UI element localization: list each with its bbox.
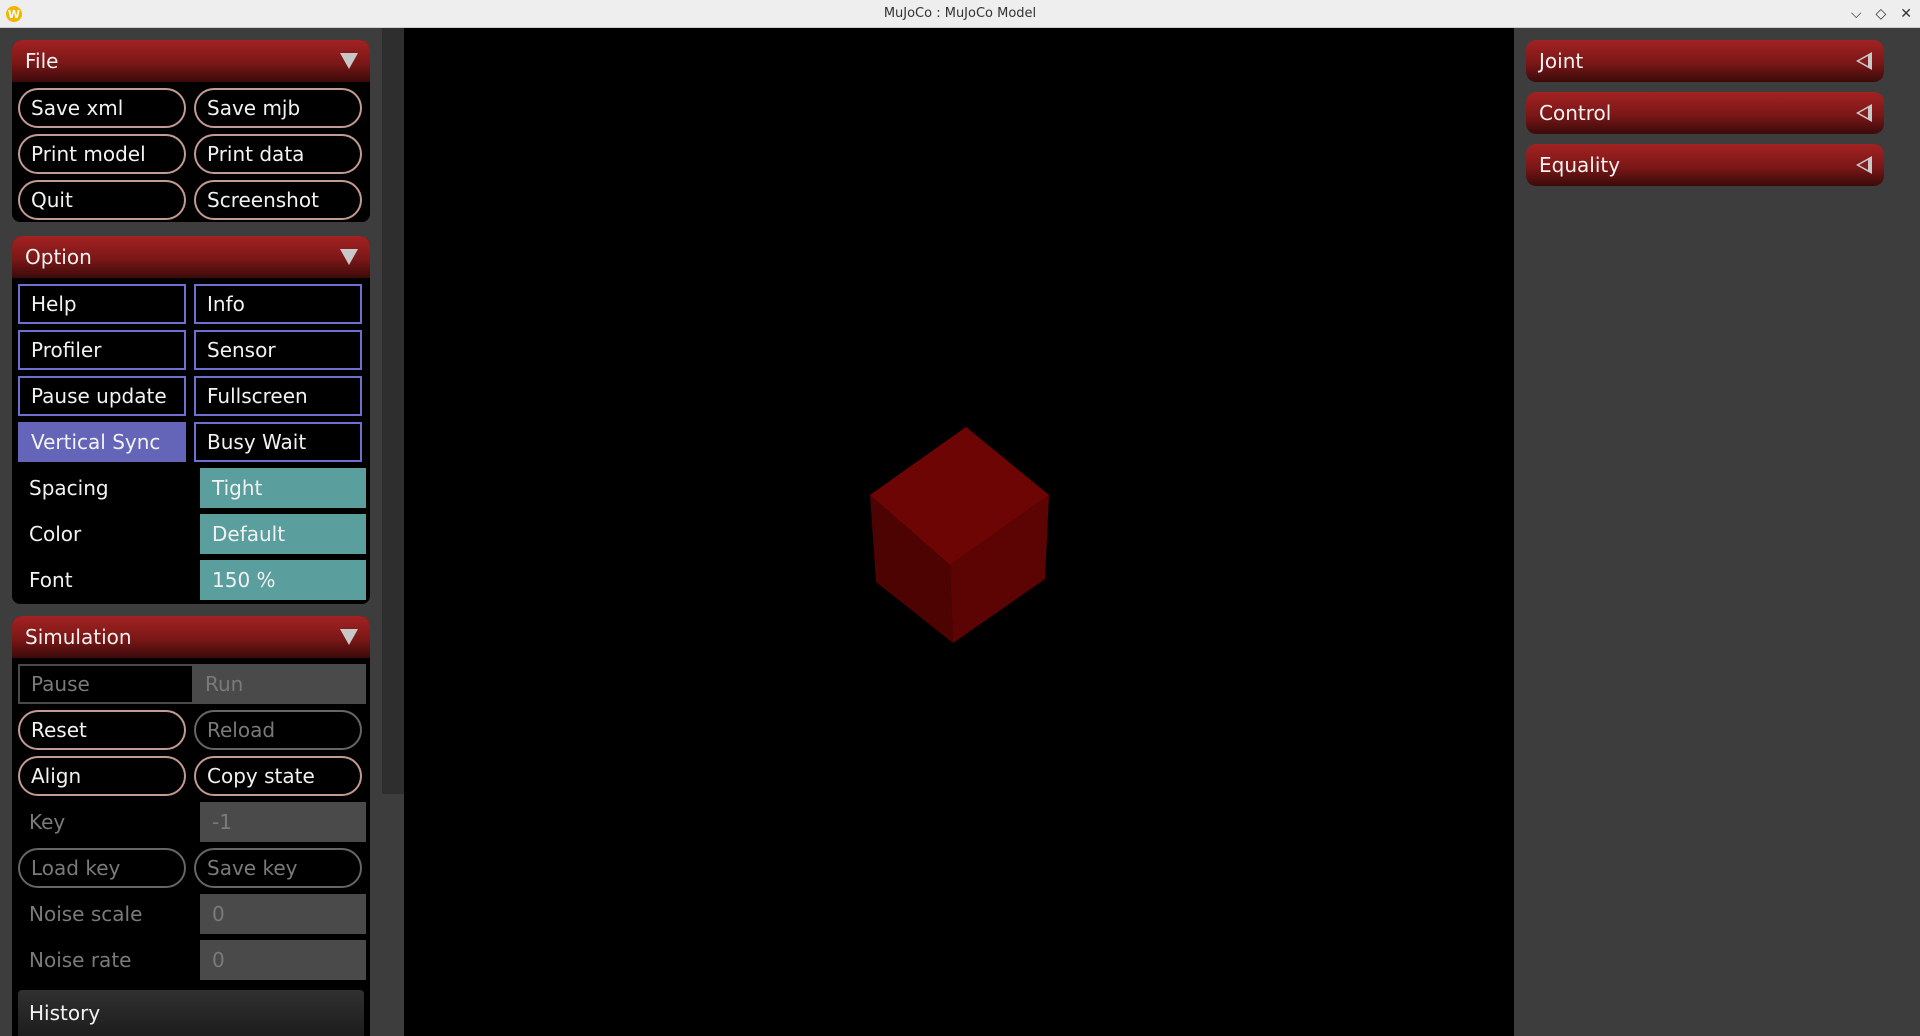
spacing-select[interactable]: Tight bbox=[200, 468, 366, 508]
color-select[interactable]: Default bbox=[200, 514, 366, 554]
equality-section-title: Equality bbox=[1539, 153, 1621, 177]
vertical-sync-checkbox[interactable]: Vertical Sync bbox=[18, 422, 186, 462]
pause-update-checkbox[interactable]: Pause update bbox=[18, 376, 186, 416]
help-checkbox[interactable]: Help bbox=[18, 284, 186, 324]
noise-rate-field[interactable]: 0 bbox=[200, 940, 366, 980]
expand-triangle-icon bbox=[1856, 52, 1872, 70]
collapse-triangle-icon bbox=[340, 249, 358, 265]
left-panel-scrollbar-track bbox=[382, 794, 404, 1036]
control-section-title: Control bbox=[1539, 101, 1612, 125]
run-radio[interactable]: Run bbox=[194, 664, 366, 704]
noise-rate-label: Noise rate bbox=[29, 948, 132, 972]
simulation-section: Simulation Pause Run Reset Reload Align … bbox=[12, 616, 370, 1036]
simulation-section-header[interactable]: Simulation bbox=[12, 616, 370, 658]
fullscreen-checkbox[interactable]: Fullscreen bbox=[194, 376, 362, 416]
screenshot-button[interactable]: Screenshot bbox=[194, 180, 362, 220]
file-section: File Save xml Save mjb Print model Print… bbox=[12, 40, 370, 222]
history-title: History bbox=[29, 1001, 101, 1025]
file-section-title: File bbox=[25, 49, 59, 73]
pause-run-radio-group: Pause Run bbox=[18, 664, 366, 704]
reset-button[interactable]: Reset bbox=[18, 710, 186, 750]
color-label: Color bbox=[29, 522, 82, 546]
scene-canvas bbox=[870, 427, 1049, 643]
3d-viewport[interactable] bbox=[404, 28, 1514, 1036]
save-key-button[interactable]: Save key bbox=[194, 848, 362, 888]
right-ui-panel: Joint Control Equality bbox=[1514, 28, 1920, 1036]
noise-scale-field[interactable]: 0 bbox=[200, 894, 366, 934]
save-xml-button[interactable]: Save xml bbox=[18, 88, 186, 128]
align-button[interactable]: Align bbox=[18, 756, 186, 796]
key-label: Key bbox=[29, 810, 66, 834]
left-ui-panel: File Save xml Save mjb Print model Print… bbox=[0, 28, 382, 1036]
collapse-triangle-icon bbox=[340, 53, 358, 69]
collapse-triangle-icon bbox=[340, 629, 358, 645]
sensor-checkbox[interactable]: Sensor bbox=[194, 330, 362, 370]
red-cube[interactable] bbox=[870, 427, 1049, 643]
app-icon: W bbox=[6, 6, 22, 22]
print-model-button[interactable]: Print model bbox=[18, 134, 186, 174]
equality-section-header[interactable]: Equality bbox=[1526, 144, 1884, 186]
spacing-label: Spacing bbox=[29, 476, 109, 500]
window-title: MuJoCo : MuJoCo Model bbox=[883, 6, 1037, 21]
noise-scale-label: Noise scale bbox=[29, 902, 143, 926]
joint-section-header[interactable]: Joint bbox=[1526, 40, 1884, 82]
equality-section: Equality bbox=[1526, 144, 1884, 186]
expand-triangle-icon bbox=[1856, 104, 1872, 122]
joint-section: Joint bbox=[1526, 40, 1884, 82]
option-section: Option Help Info Profiler Sensor Pause u… bbox=[12, 236, 370, 604]
save-mjb-button[interactable]: Save mjb bbox=[194, 88, 362, 128]
reload-button[interactable]: Reload bbox=[194, 710, 362, 750]
restore-icon[interactable]: ◇ bbox=[1875, 6, 1886, 22]
copy-state-button[interactable]: Copy state bbox=[194, 756, 362, 796]
font-select[interactable]: 150 % bbox=[200, 560, 366, 600]
option-section-title: Option bbox=[25, 245, 92, 269]
left-panel-scrollbar[interactable] bbox=[382, 28, 404, 794]
quit-button[interactable]: Quit bbox=[18, 180, 186, 220]
window-titlebar: W MuJoCo : MuJoCo Model ⌵ ◇ ✕ bbox=[0, 0, 1920, 28]
pause-radio[interactable]: Pause bbox=[18, 664, 194, 704]
window-controls: ⌵ ◇ ✕ bbox=[1851, 0, 1912, 28]
info-checkbox[interactable]: Info bbox=[194, 284, 362, 324]
expand-triangle-icon bbox=[1856, 156, 1872, 174]
load-key-button[interactable]: Load key bbox=[18, 848, 186, 888]
file-section-header[interactable]: File bbox=[12, 40, 370, 82]
history-section-header[interactable]: History bbox=[18, 990, 364, 1036]
control-section-header[interactable]: Control bbox=[1526, 92, 1884, 134]
option-section-header[interactable]: Option bbox=[12, 236, 370, 278]
font-label: Font bbox=[29, 568, 73, 592]
joint-section-title: Joint bbox=[1539, 49, 1584, 73]
simulation-section-title: Simulation bbox=[25, 625, 132, 649]
control-section: Control bbox=[1526, 92, 1884, 134]
close-icon[interactable]: ✕ bbox=[1900, 6, 1912, 22]
key-field[interactable]: -1 bbox=[200, 802, 366, 842]
profiler-checkbox[interactable]: Profiler bbox=[18, 330, 186, 370]
busy-wait-checkbox[interactable]: Busy Wait bbox=[194, 422, 362, 462]
minimize-chevron-icon[interactable]: ⌵ bbox=[1851, 6, 1862, 22]
print-data-button[interactable]: Print data bbox=[194, 134, 362, 174]
